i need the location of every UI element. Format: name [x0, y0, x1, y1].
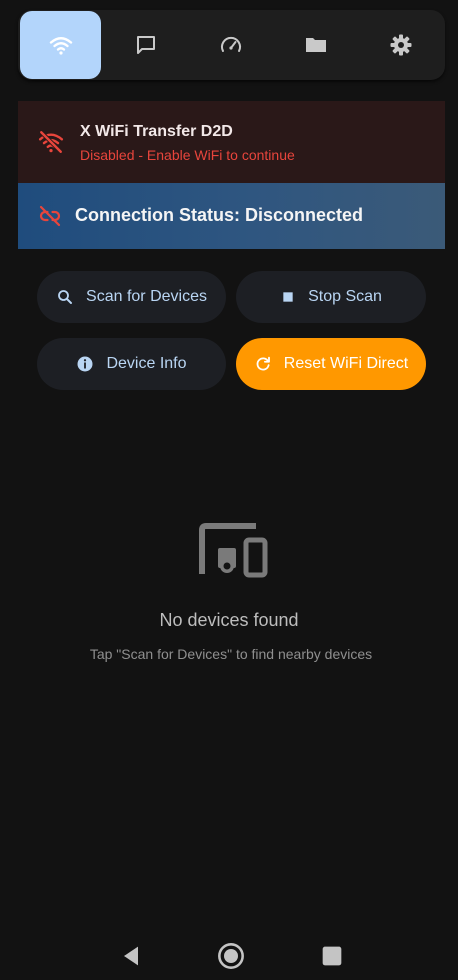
top-tab-bar	[18, 10, 445, 80]
devices-icon	[199, 523, 268, 578]
tab-settings[interactable]	[360, 11, 441, 79]
device-info-label: Device Info	[106, 355, 187, 372]
tab-wifi[interactable]	[20, 11, 101, 79]
reset-wifi-direct-label: Reset WiFi Direct	[283, 355, 409, 372]
wifi-off-icon	[38, 130, 64, 154]
chat-icon	[136, 36, 155, 54]
tab-speed[interactable]	[190, 11, 271, 79]
wifi-status-text: Disabled - Enable WiFi to continue	[80, 147, 295, 163]
wifi-disabled-banner[interactable]: X WiFi Transfer D2D Disabled - Enable Wi…	[18, 101, 445, 183]
folder-icon	[305, 38, 326, 52]
empty-state-title: No devices found	[159, 610, 299, 630]
stop-scan-button[interactable]: Stop Scan	[236, 271, 426, 323]
connection-status-banner: Connection Status: Disconnected	[18, 183, 445, 249]
reset-wifi-direct-button[interactable]: Reset WiFi Direct	[236, 338, 426, 390]
tab-chat[interactable]	[105, 11, 186, 79]
info-icon	[77, 356, 93, 372]
empty-state-hint: Tap "Scan for Devices" to find nearby de…	[89, 646, 373, 662]
app-title: X WiFi Transfer D2D	[80, 123, 233, 140]
wifi-icon	[49, 37, 72, 55]
speed-gauge-icon	[220, 36, 241, 52]
home-icon[interactable]	[217, 942, 245, 970]
device-info-button[interactable]: Device Info	[37, 338, 226, 390]
search-icon	[58, 290, 73, 304]
scan-devices-label: Scan for Devices	[86, 288, 207, 305]
scan-devices-button[interactable]: Scan for Devices	[37, 271, 226, 323]
refresh-icon	[256, 356, 270, 371]
stop-scan-label: Stop Scan	[308, 288, 382, 305]
connection-status-text: Connection Status: Disconnected	[75, 205, 364, 225]
gear-icon	[390, 34, 411, 56]
back-icon[interactable]	[117, 942, 145, 970]
system-nav-bar	[0, 930, 458, 980]
tab-files[interactable]	[275, 11, 356, 79]
link-off-icon	[39, 205, 61, 227]
stop-icon	[283, 292, 293, 302]
recents-icon[interactable]	[318, 942, 346, 970]
